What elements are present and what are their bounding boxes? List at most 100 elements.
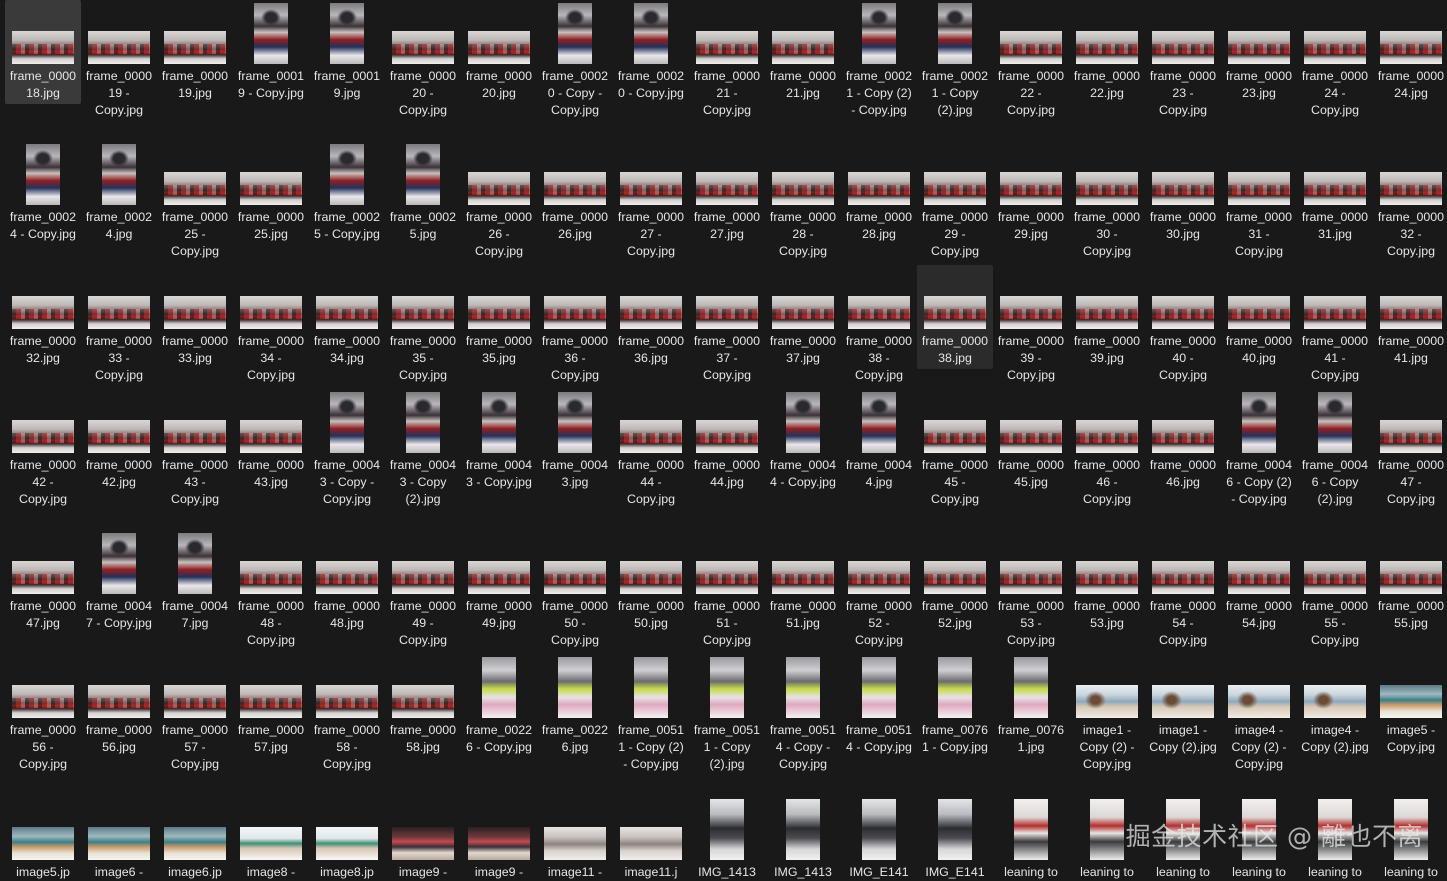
file-item[interactable]: frame_000034 - Copy.jpg xyxy=(233,265,309,386)
file-item[interactable]: frame_000058.jpg xyxy=(385,654,461,758)
file-item[interactable]: frame_000030 - Copy.jpg xyxy=(1069,141,1145,262)
file-item[interactable]: frame_00047.jpg xyxy=(157,530,233,634)
file-item[interactable]: frame_000050 - Copy.jpg xyxy=(537,530,613,651)
file-item[interactable]: frame_000056.jpg xyxy=(81,654,157,758)
file-item[interactable]: frame_000024 - Copy.jpg xyxy=(1297,0,1373,121)
file-item[interactable]: frame_000040.jpg xyxy=(1221,265,1297,369)
file-item[interactable]: frame_000025.jpg xyxy=(233,141,309,245)
file-item[interactable]: image4 - Copy (2) - Copy.jpg xyxy=(1221,654,1297,775)
file-item[interactable]: frame_000050.jpg xyxy=(613,530,689,634)
file-item[interactable]: frame_000042 - Copy.jpg xyxy=(5,389,81,510)
file-item[interactable]: image8.jp xyxy=(309,796,385,879)
file-item[interactable]: frame_000045.jpg xyxy=(993,389,1069,493)
file-item[interactable]: frame_000043.jpg xyxy=(233,389,309,493)
file-item[interactable]: frame_00761 - Copy.jpg xyxy=(917,654,993,775)
file-item[interactable]: frame_000024.jpg xyxy=(1373,0,1447,104)
file-item[interactable]: frame_000032 - Copy.jpg xyxy=(1373,141,1447,262)
file-item[interactable]: frame_000044.jpg xyxy=(689,389,765,493)
file-item[interactable]: frame_000049 - Copy.jpg xyxy=(385,530,461,651)
file-item[interactable]: frame_000056 - Copy.jpg xyxy=(5,654,81,775)
file-item[interactable]: frame_000043 - Copy.jpg xyxy=(157,389,233,510)
file-item[interactable]: frame_000022 - Copy.jpg xyxy=(993,0,1069,121)
file-item[interactable]: frame_000042.jpg xyxy=(81,389,157,493)
file-item[interactable]: frame_00024 - Copy.jpg xyxy=(5,141,81,262)
file-item[interactable]: frame_00025.jpg xyxy=(385,141,461,245)
file-item[interactable]: frame_000051.jpg xyxy=(765,530,841,634)
file-item[interactable]: frame_000052 - Copy.jpg xyxy=(841,530,917,651)
file-item[interactable]: frame_000053.jpg xyxy=(1069,530,1145,634)
file-item[interactable]: frame_00019.jpg xyxy=(309,0,385,104)
file-item[interactable]: image8 - xyxy=(233,796,309,879)
file-item[interactable]: frame_000038 - Copy.jpg xyxy=(841,265,917,386)
file-item[interactable]: frame_000025 - Copy.jpg xyxy=(157,141,233,262)
file-item[interactable]: frame_000037.jpg xyxy=(765,265,841,369)
file-item[interactable]: frame_00025 - Copy.jpg xyxy=(309,141,385,262)
file-item[interactable]: frame_000053 - Copy.jpg xyxy=(993,530,1069,651)
file-item[interactable]: frame_000035.jpg xyxy=(461,265,537,369)
file-item[interactable]: frame_000039 - Copy.jpg xyxy=(993,265,1069,386)
file-item[interactable]: frame_000026.jpg xyxy=(537,141,613,245)
file-item[interactable]: frame_000055 - Copy.jpg xyxy=(1297,530,1373,651)
file-item[interactable]: frame_000019 - Copy.jpg xyxy=(81,0,157,121)
file-item[interactable]: frame_00044.jpg xyxy=(841,389,917,493)
file-item[interactable]: IMG_E141 xyxy=(917,796,993,879)
file-item[interactable]: frame_000049.jpg xyxy=(461,530,537,634)
file-item[interactable]: leaning to xyxy=(1145,796,1221,879)
file-item[interactable]: frame_00046 - Copy (2).jpg xyxy=(1297,389,1373,510)
file-item[interactable]: frame_000019.jpg xyxy=(157,0,233,104)
file-item[interactable]: frame_00761.jpg xyxy=(993,654,1069,758)
file-item[interactable]: frame_00043 - Copy.jpg xyxy=(461,389,537,510)
file-item[interactable]: frame_00514 - Copy.jpg xyxy=(841,654,917,775)
file-item[interactable]: frame_00514 - Copy - Copy.jpg xyxy=(765,654,841,775)
file-item[interactable]: frame_000032.jpg xyxy=(5,265,81,369)
file-item[interactable]: frame_000020.jpg xyxy=(461,0,537,104)
file-item[interactable]: image4 - Copy (2).jpg xyxy=(1297,654,1373,775)
file-item[interactable]: frame_000027.jpg xyxy=(689,141,765,245)
file-item[interactable]: frame_00021 - Copy (2) - Copy.jpg xyxy=(841,0,917,138)
file-item[interactable]: frame_000054 - Copy.jpg xyxy=(1145,530,1221,651)
file-item[interactable]: image5 - Copy.jpg xyxy=(1373,654,1447,758)
file-item[interactable]: frame_000058 - Copy.jpg xyxy=(309,654,385,775)
file-item[interactable]: frame_000048.jpg xyxy=(309,530,385,634)
file-item[interactable]: frame_00511 - Copy (2).jpg xyxy=(689,654,765,775)
file-item[interactable]: IMG_E141 xyxy=(841,796,917,879)
file-item[interactable]: frame_00047 - Copy.jpg xyxy=(81,530,157,651)
file-item[interactable]: image9 - xyxy=(385,796,461,879)
file-item[interactable]: leaning to xyxy=(1373,796,1447,879)
file-item[interactable]: frame_00043.jpg xyxy=(537,389,613,493)
file-item[interactable]: image11 - xyxy=(537,796,613,879)
file-item[interactable]: frame_000054.jpg xyxy=(1221,530,1297,634)
file-item[interactable]: frame_000037 - Copy.jpg xyxy=(689,265,765,386)
file-item[interactable]: frame_000040 - Copy.jpg xyxy=(1145,265,1221,386)
file-item[interactable]: image1 - Copy (2).jpg xyxy=(1145,654,1221,775)
file-item[interactable]: image6.jp xyxy=(157,796,233,879)
file-item[interactable]: IMG_1413 xyxy=(765,796,841,879)
file-item[interactable]: frame_000028 - Copy.jpg xyxy=(765,141,841,262)
file-item[interactable]: frame_000026 - Copy.jpg xyxy=(461,141,537,262)
file-item[interactable]: frame_000036.jpg xyxy=(613,265,689,369)
file-item[interactable]: frame_00043 - Copy - Copy.jpg xyxy=(309,389,385,510)
file-item[interactable]: frame_000057.jpg xyxy=(233,654,309,758)
file-item[interactable]: leaning to xyxy=(1297,796,1373,879)
file-item[interactable]: frame_000041 - Copy.jpg xyxy=(1297,265,1373,386)
file-item[interactable]: frame_000041.jpg xyxy=(1373,265,1447,369)
file-item[interactable]: frame_00044 - Copy.jpg xyxy=(765,389,841,510)
file-item[interactable]: frame_000020 - Copy.jpg xyxy=(385,0,461,121)
file-item[interactable]: frame_00226 - Copy.jpg xyxy=(461,654,537,775)
file-item[interactable]: frame_000046 - Copy.jpg xyxy=(1069,389,1145,510)
file-item[interactable]: frame_00019 - Copy.jpg xyxy=(233,0,309,121)
file-item[interactable]: IMG_1413 xyxy=(689,796,765,879)
file-item[interactable]: frame_00024.jpg xyxy=(81,141,157,245)
file-item[interactable]: image9 - xyxy=(461,796,537,879)
file-item[interactable]: frame_000046.jpg xyxy=(1145,389,1221,493)
file-item[interactable]: frame_000047.jpg xyxy=(5,530,81,634)
file-item[interactable]: frame_000029.jpg xyxy=(993,141,1069,245)
file-item[interactable]: frame_000036 - Copy.jpg xyxy=(537,265,613,386)
file-item[interactable]: image11.j xyxy=(613,796,689,879)
file-item[interactable]: frame_00021 - Copy (2).jpg xyxy=(917,0,993,121)
file-item[interactable]: frame_00020 - Copy.jpg xyxy=(613,0,689,121)
file-item[interactable]: frame_000021 - Copy.jpg xyxy=(689,0,765,121)
file-item[interactable]: frame_000044 - Copy.jpg xyxy=(613,389,689,510)
file-item[interactable]: frame_00020 - Copy - Copy.jpg xyxy=(537,0,613,121)
file-item[interactable]: frame_000047 - Copy.jpg xyxy=(1373,389,1447,510)
